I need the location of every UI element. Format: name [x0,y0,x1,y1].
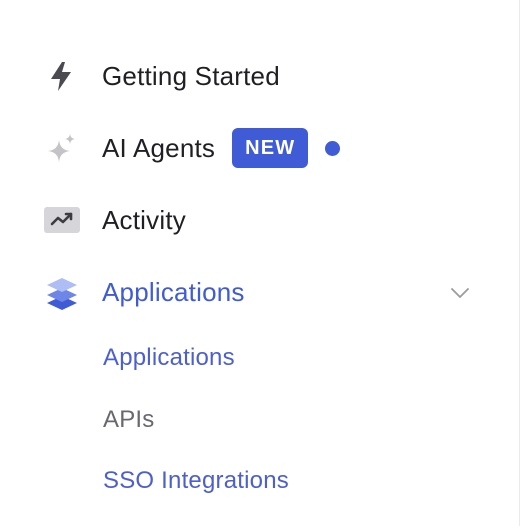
notification-dot [325,140,341,156]
sidebar-item-ai-agents[interactable]: AI Agents NEW [40,126,341,170]
sparkle-icon [40,126,84,170]
layers-icon [40,270,84,314]
sidebar-item-label: Activity [102,205,186,235]
sidebar-item-getting-started[interactable]: Getting Started [40,54,280,98]
sidebar-item-activity[interactable]: Activity [40,198,186,242]
sidebar-item-label: AI Agents [102,133,216,163]
sidebar-item-applications[interactable]: Applications [40,270,245,314]
trend-chart-icon [40,198,84,242]
sidebar-item-label: Applications [102,277,245,307]
lightning-icon [40,54,84,98]
sidebar-item-label: Getting Started [102,61,280,91]
submenu-item-sso-integrations[interactable]: SSO Integrations [103,469,289,493]
chevron-down-icon[interactable] [446,282,474,304]
new-badge: NEW [232,128,309,168]
submenu-item-applications[interactable]: Applications [103,346,235,370]
submenu-item-apis[interactable]: APIs [103,408,154,432]
sidebar-nav: Getting Started AI Agents NEW Activity A… [0,0,520,526]
